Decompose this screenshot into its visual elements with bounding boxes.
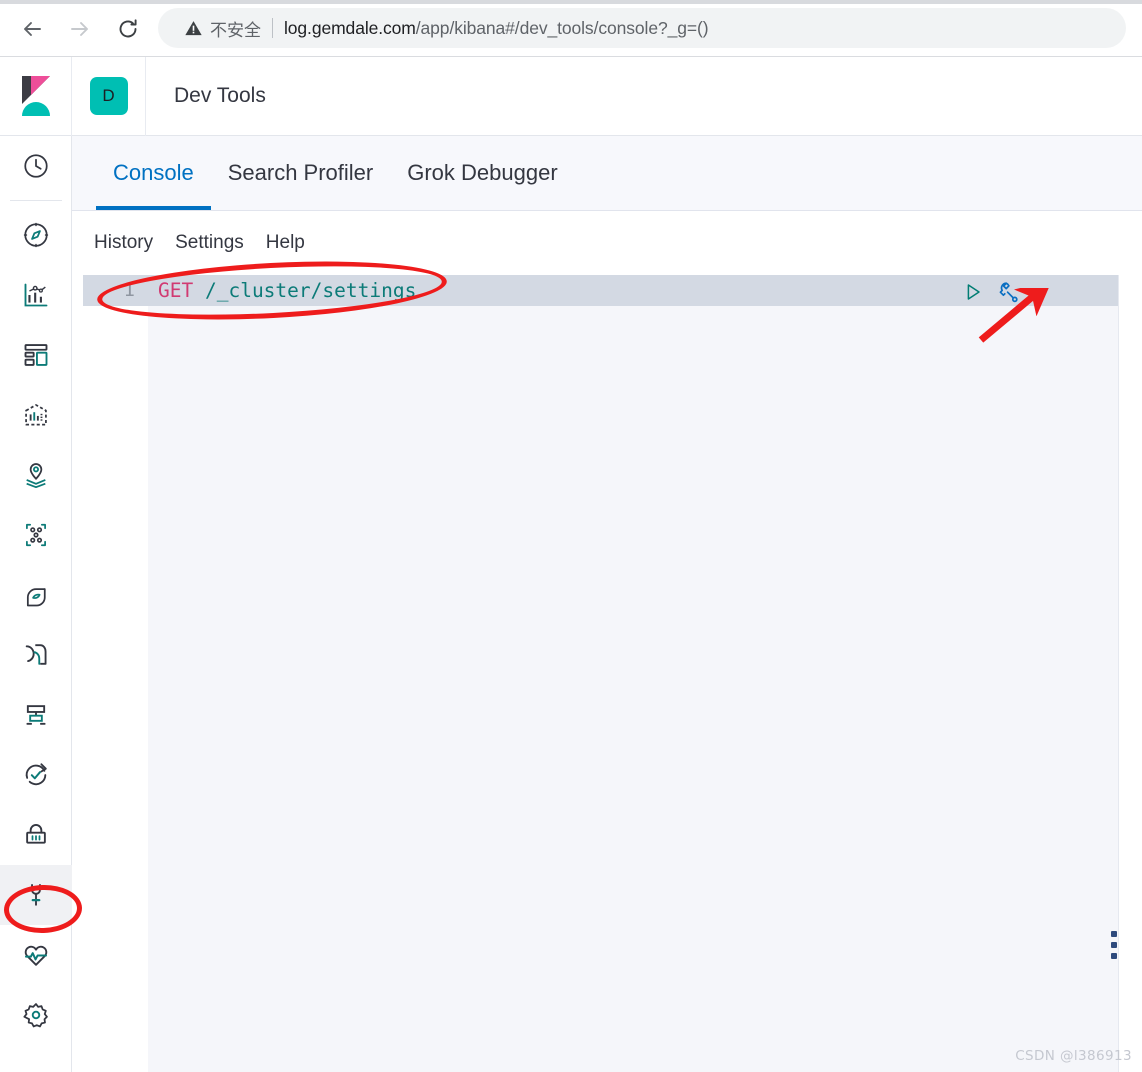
browser-reload-button[interactable] [110,11,146,47]
vertical-grip-icon [1111,953,1117,959]
omnibox-divider [272,18,273,38]
sidebar-item-siem[interactable] [0,805,72,865]
editor-code-line[interactable]: GET /_cluster/settings [148,275,416,306]
tab-search-profiler[interactable]: Search Profiler [211,136,391,210]
open-documentation-button[interactable] [996,279,1022,305]
settings-button[interactable]: Settings [175,232,244,254]
app-badge-container: D [72,56,146,136]
browser-back-button[interactable] [14,11,50,47]
sidebar-item-recently-viewed[interactable] [0,136,72,196]
url-host: log.gemdale.com [284,17,416,38]
sidebar-item-uptime[interactable] [0,745,72,805]
sidebar-divider [9,200,62,201]
history-button[interactable]: History [94,232,153,254]
machine-learning-icon [26,588,46,607]
maps-icon [26,463,46,489]
vertical-grip-icon [1111,931,1117,937]
browser-toolbar: 不安全 log.gemdale.com/app/kibana#/dev_tool… [0,0,1142,57]
sidebar-item-graph[interactable] [0,505,72,565]
browser-forward-button[interactable] [62,11,98,47]
warning-triangle-icon [185,20,202,35]
panel-resize-handle[interactable] [1108,923,1120,967]
address-bar[interactable]: 不安全 log.gemdale.com/app/kibana#/dev_tool… [158,8,1126,48]
uptime-icon [25,763,47,786]
wrench-icon [31,884,41,906]
sidebar-item-apm[interactable] [0,625,72,685]
canvas-icon [25,404,47,426]
editor-action-buttons[interactable] [960,279,1022,305]
reload-icon [119,19,137,38]
request-method: GET [158,279,194,302]
console-panel: History Settings Help 1 GET /_cluster/se… [72,211,1142,1072]
sidebar-item-monitoring[interactable] [0,925,72,985]
lock-icon [26,824,46,844]
sidebar-item-canvas[interactable] [0,385,72,445]
heartbeat-icon [24,945,48,966]
not-secure-label: 不安全 [210,20,261,41]
arrow-right-icon [71,22,88,36]
tab-grok-debugger[interactable]: Grok Debugger [390,136,574,210]
url-path: /app/kibana#/dev_tools/console?_g=() [415,17,709,38]
main-content: Console Search Profiler Grok Debugger Hi… [72,136,1142,1072]
editor-gutter [83,275,148,1072]
security-status[interactable]: 不安全 [184,16,261,41]
sidebar-item-dashboard[interactable] [0,325,72,385]
console-editor[interactable]: 1 GET /_cluster/settings [72,275,1142,1072]
clock-icon [24,154,48,178]
sidebar-item-dev-tools[interactable] [0,865,72,925]
arrow-left-icon [24,22,41,36]
sidebar-item-logs[interactable] [0,685,72,745]
dev-tools-tabs[interactable]: Console Search Profiler Grok Debugger [72,136,1142,211]
page-title: Dev Tools [174,84,266,107]
sidebar-item-visualize[interactable] [0,265,72,325]
compass-icon [23,222,49,248]
output-panel [1118,275,1142,1072]
visualize-icon [24,283,48,307]
sidebar-item-maps[interactable] [0,445,72,505]
url-text[interactable]: log.gemdale.com/app/kibana#/dev_tools/co… [284,17,709,39]
editor-text-area[interactable]: GET /_cluster/settings [148,275,1142,1072]
wrench-icon [999,282,1018,303]
editor-line-number: 1 [123,279,135,301]
global-nav-sidebar[interactable] [0,136,72,1072]
console-actions-bar[interactable]: History Settings Help [72,211,1142,275]
watermark: CSDN @l386913 [1015,1048,1132,1064]
request-path: /_cluster/settings [204,279,417,302]
apm-icon [25,644,47,665]
kibana-logo-icon [21,76,50,116]
app-header: D Dev Tools [0,56,1142,136]
kibana-logo-button[interactable] [0,56,72,136]
sidebar-item-management[interactable] [0,985,72,1045]
help-button[interactable]: Help [266,232,305,254]
gear-icon [23,1003,48,1028]
dashboard-icon [24,344,48,366]
app-badge[interactable]: D [89,77,128,115]
vertical-grip-icon [1111,942,1117,948]
sidebar-item-discover[interactable] [0,205,72,265]
play-icon [967,284,980,300]
send-request-button[interactable] [960,279,986,305]
graph-icon [26,523,46,547]
sidebar-item-machine-learning[interactable] [0,565,72,625]
logs-icon [26,705,46,725]
tab-console[interactable]: Console [96,136,211,210]
